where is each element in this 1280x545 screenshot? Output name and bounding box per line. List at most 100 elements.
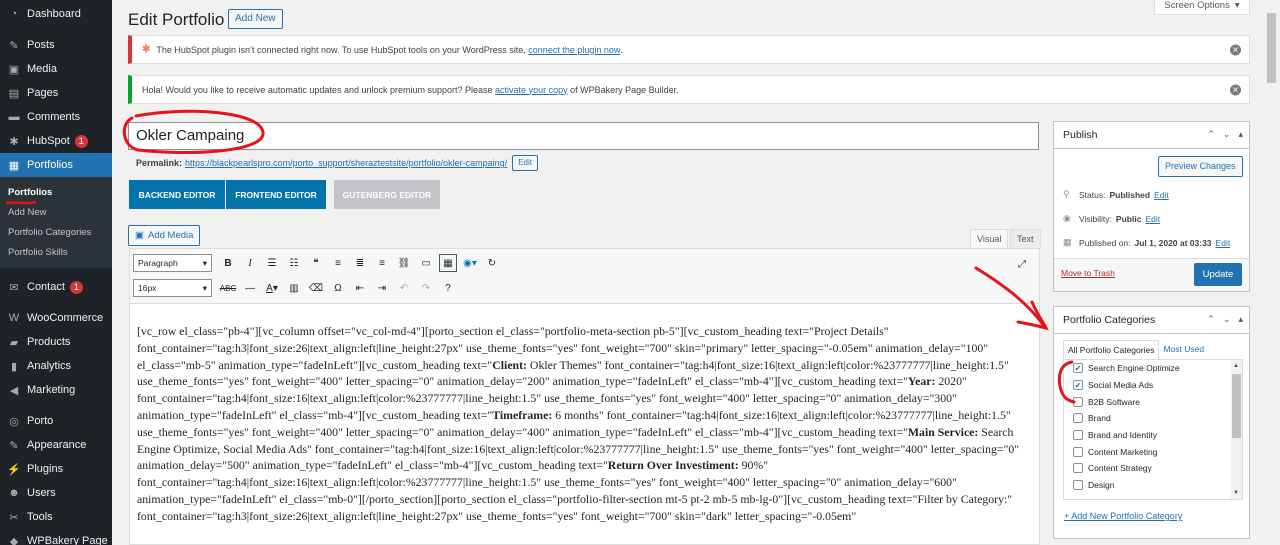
category-checkbox[interactable] xyxy=(1073,480,1083,491)
tab-text[interactable]: Text xyxy=(1010,229,1041,248)
sidebar-item-analytics[interactable]: ▮ Analytics xyxy=(0,354,112,378)
redo-icon[interactable]: ↷ xyxy=(417,279,435,297)
horizontal-line-icon[interactable]: — xyxy=(241,279,259,297)
frontend-editor-button[interactable]: FRONTEND EDITOR xyxy=(226,180,326,209)
font-size-select[interactable]: 16px ▾ xyxy=(133,279,212,297)
sidebar-item-hubspot[interactable]: ✱ HubSpot 1 xyxy=(0,129,112,153)
update-button[interactable]: Update xyxy=(1194,263,1242,286)
scroll-up-icon[interactable]: ▲ xyxy=(1233,363,1239,369)
category-checkbox[interactable] xyxy=(1073,463,1083,474)
sidebar-item-plugins[interactable]: ⚡ Plugins xyxy=(0,457,112,481)
category-checkbox[interactable] xyxy=(1073,396,1083,407)
sidebar-item-media[interactable]: ▣ Media xyxy=(0,57,112,81)
sidebar-item-woocommerce[interactable]: W WooCommerce xyxy=(0,306,112,330)
category-label[interactable]: Social Media Ads xyxy=(1088,380,1153,390)
editor-content[interactable]: [vc_row el_class="pb-4"][vc_column offse… xyxy=(130,304,1039,545)
permalink-edit-button[interactable]: Edit xyxy=(512,155,538,171)
category-checkbox[interactable]: ✔ xyxy=(1073,380,1083,391)
undo-icon[interactable]: ↶ xyxy=(395,279,413,297)
category-label[interactable]: Design xyxy=(1088,480,1114,490)
text-color-icon[interactable]: A ▾ xyxy=(263,279,281,297)
screen-options-button[interactable]: Screen Options ▾ xyxy=(1154,0,1250,15)
category-checkbox[interactable] xyxy=(1073,446,1083,457)
sidebar-item-comments[interactable]: ▬ Comments xyxy=(0,105,112,129)
post-title-input[interactable]: Okler Campaing xyxy=(128,122,1039,150)
bold-icon[interactable]: B xyxy=(219,254,237,272)
tab-visual[interactable]: Visual xyxy=(970,229,1009,248)
align-left-icon[interactable]: ≡ xyxy=(329,254,347,272)
add-new-button[interactable]: Add New xyxy=(228,9,283,29)
category-checkbox[interactable] xyxy=(1073,413,1083,424)
add-media-button[interactable]: ▣ Add Media xyxy=(128,225,201,246)
status-edit-link[interactable]: Edit xyxy=(1154,190,1169,200)
read-more-icon[interactable]: ▭ xyxy=(417,254,435,272)
sidebar-item-tools[interactable]: ✂ Tools xyxy=(0,505,112,529)
backend-editor-button[interactable]: BACKEND EDITOR xyxy=(129,180,225,209)
fullscreen-icon[interactable]: ⤢ xyxy=(1013,255,1031,273)
outdent-icon[interactable]: ⇤ xyxy=(351,279,369,297)
wpbakery-shortcode-icon[interactable]: ◉▾ xyxy=(461,254,479,272)
chevron-down-icon[interactable]: ⌄ xyxy=(1223,314,1231,325)
dismiss-icon[interactable]: ✕ xyxy=(1230,84,1241,95)
page-scrollbar-thumb[interactable] xyxy=(1267,13,1276,83)
submenu-item-portfolio-skills[interactable]: Portfolio Skills xyxy=(0,242,112,262)
category-checkbox[interactable]: ✔ xyxy=(1073,363,1083,374)
tab-all-categories[interactable]: All Portfolio Categories xyxy=(1063,340,1160,360)
chevron-up-icon[interactable]: ⌃ xyxy=(1207,314,1215,325)
category-checkbox[interactable] xyxy=(1073,430,1083,441)
collapse-icon[interactable]: ▴ xyxy=(1238,129,1243,140)
category-label[interactable]: Brand xyxy=(1088,413,1111,423)
sidebar-item-posts[interactable]: ✎ Posts xyxy=(0,33,112,57)
toolbar-toggle-icon[interactable]: ▦ xyxy=(439,254,457,272)
indent-icon[interactable]: ⇥ xyxy=(373,279,391,297)
scrollbar-thumb[interactable] xyxy=(1232,374,1241,438)
gutenberg-editor-button[interactable]: GUTENBERG EDITOR xyxy=(334,180,440,209)
refresh-icon[interactable]: ↻ xyxy=(483,254,501,272)
collapse-icon[interactable]: ▴ xyxy=(1238,314,1243,325)
submenu-item-portfolios[interactable]: Portfolios xyxy=(0,182,112,202)
category-label[interactable]: Content Marketing xyxy=(1088,447,1157,457)
help-icon[interactable]: ? xyxy=(439,279,457,297)
sidebar-item-appearance[interactable]: ✎ Appearance xyxy=(0,433,112,457)
sidebar-item-users[interactable]: ☻ Users xyxy=(0,481,112,505)
sidebar-item-wpbakery-page[interactable]: ◆ WPBakery Page xyxy=(0,529,112,545)
clear-formatting-icon[interactable]: ⌫ xyxy=(307,279,325,297)
tab-most-used[interactable]: Most Used xyxy=(1159,340,1208,360)
page-scrollbar[interactable] xyxy=(1263,0,1280,545)
sidebar-item-portfolios[interactable]: ▦ Portfolios xyxy=(0,153,112,177)
sidebar-item-contact[interactable]: ✉ Contact 1 xyxy=(0,275,112,299)
blockquote-icon[interactable]: ❝ xyxy=(307,254,325,272)
connect-plugin-link[interactable]: connect the plugin now xyxy=(528,45,620,55)
link-icon[interactable]: ⛓ xyxy=(395,254,413,272)
format-select[interactable]: Paragraph ▾ xyxy=(133,254,212,272)
strikethrough-icon[interactable]: ABC xyxy=(219,279,237,297)
scroll-down-icon[interactable]: ▼ xyxy=(1233,490,1239,496)
permalink-url[interactable]: https://blackpearlspro.com/porto_support… xyxy=(185,158,507,168)
special-character-icon[interactable]: Ω xyxy=(329,279,347,297)
submenu-item-add-new[interactable]: Add New xyxy=(0,202,112,222)
align-center-icon[interactable]: ≣ xyxy=(351,254,369,272)
paste-text-icon[interactable]: ▥ xyxy=(285,279,303,297)
visibility-edit-link[interactable]: Edit xyxy=(1145,214,1160,224)
category-label[interactable]: Content Strategy xyxy=(1088,463,1152,473)
sidebar-item-dashboard[interactable]: ◔ Dashboard xyxy=(0,2,112,26)
category-label[interactable]: Search Engine Optimize xyxy=(1088,363,1180,373)
submenu-item-portfolio-categories[interactable]: Portfolio Categories xyxy=(0,222,112,242)
category-scrollbar[interactable]: ▲ ▼ xyxy=(1231,360,1242,499)
italic-icon[interactable]: I xyxy=(241,254,259,272)
align-right-icon[interactable]: ≡ xyxy=(373,254,391,272)
preview-changes-button[interactable]: Preview Changes xyxy=(1158,156,1243,177)
sidebar-item-pages[interactable]: ▤ Pages xyxy=(0,81,112,105)
add-new-category-link[interactable]: + Add New Portfolio Category xyxy=(1064,511,1182,521)
date-edit-link[interactable]: Edit xyxy=(1216,238,1231,248)
category-label[interactable]: Brand and Identity xyxy=(1088,430,1157,440)
move-to-trash-link[interactable]: Move to Trash xyxy=(1061,268,1115,278)
chevron-down-icon[interactable]: ⌄ xyxy=(1223,129,1231,140)
bullet-list-icon[interactable]: ☰ xyxy=(263,254,281,272)
sidebar-item-marketing[interactable]: ◀ Marketing xyxy=(0,378,112,402)
sidebar-item-porto[interactable]: ◎ Porto xyxy=(0,409,112,433)
numbered-list-icon[interactable]: ☷ xyxy=(285,254,303,272)
activate-copy-link[interactable]: activate your copy xyxy=(495,85,568,95)
dismiss-icon[interactable]: ✕ xyxy=(1230,44,1241,55)
sidebar-item-products[interactable]: ▰ Products xyxy=(0,330,112,354)
